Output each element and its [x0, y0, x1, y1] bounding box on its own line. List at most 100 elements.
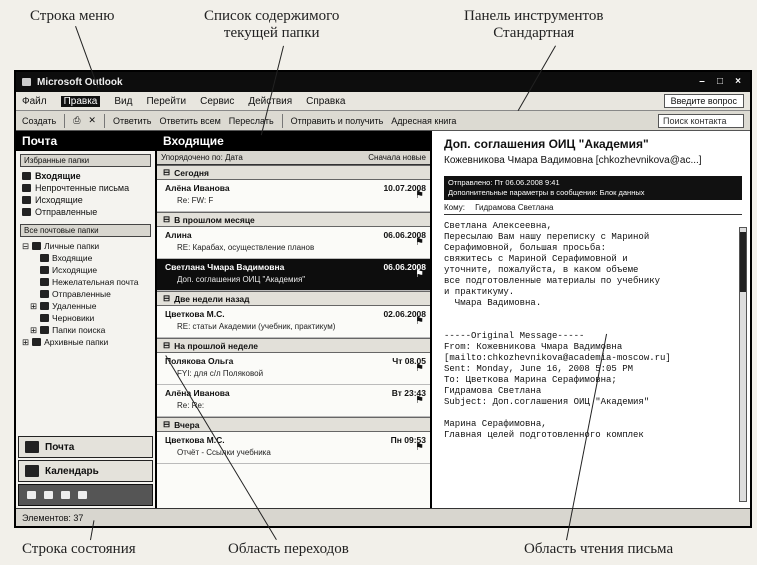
- new-button[interactable]: Создать: [22, 116, 56, 126]
- status-item-count: Элементов: 37: [22, 512, 84, 523]
- sent-icon: [22, 208, 31, 216]
- scrollbar-thumb[interactable]: [740, 232, 746, 292]
- collapse-icon[interactable]: ⊟: [163, 214, 170, 225]
- favorite-outbox[interactable]: Исходящие: [16, 194, 155, 206]
- nav-button-calendar[interactable]: Календарь: [18, 460, 153, 482]
- arrange-by[interactable]: Упорядочено по: Дата: [161, 153, 243, 162]
- message-subject-line: Доп. соглашения ОИЦ "Академия": [177, 275, 306, 284]
- message-from[interactable]: Кожевникова Чмара Вадимовна [chkozhevnik…: [444, 155, 742, 166]
- favorite-sent[interactable]: Отправленные: [16, 206, 155, 218]
- folder-icon: [32, 242, 42, 250]
- forward-button[interactable]: Переслать: [229, 116, 274, 126]
- favorite-unread[interactable]: Непрочтенные письма: [16, 182, 155, 194]
- flag-icon[interactable]: ⚑: [415, 190, 424, 201]
- collapse-icon[interactable]: ⊟: [163, 340, 170, 351]
- message-group-header[interactable]: ⊟ В прошлом месяце: [157, 212, 430, 227]
- sort-order[interactable]: Сначала новые: [368, 153, 426, 162]
- menu-go[interactable]: Перейти: [146, 96, 186, 107]
- outbox-icon: [22, 196, 31, 204]
- message-list: Входящие Упорядочено по: Дата Сначала но…: [157, 131, 432, 508]
- help-question-box[interactable]: Введите вопрос: [663, 94, 744, 108]
- collapse-icon[interactable]: ⊟: [163, 293, 170, 304]
- close-button[interactable]: ×: [732, 76, 744, 88]
- delete-icon[interactable]: ✕: [88, 115, 96, 126]
- message-group-header[interactable]: ⊟ Сегодня: [157, 165, 430, 180]
- menu-view[interactable]: Вид: [114, 96, 132, 107]
- tasks-icon[interactable]: [44, 491, 53, 499]
- favorite-label: Исходящие: [35, 195, 83, 205]
- tree-search-folders[interactable]: ⊞ Папки поиска: [16, 324, 155, 336]
- status-bar: Элементов: 37: [16, 508, 750, 526]
- info-bar[interactable]: Отправлено: Пт 06.06.2008 9:41 Дополните…: [444, 176, 742, 200]
- reading-scrollbar[interactable]: [739, 227, 747, 502]
- nav-button-label: Календарь: [45, 465, 99, 477]
- message-subject-line: Re: Re:: [177, 401, 205, 410]
- message-sender: Алёна Иванова: [165, 388, 230, 398]
- message-item[interactable]: Алёна Иванова Вт 23:43 Re: Re: ⚑: [157, 385, 430, 417]
- contacts-icon[interactable]: [27, 491, 36, 499]
- tree-junk[interactable]: Нежелательная почта: [16, 276, 155, 288]
- expand-icon[interactable]: ⊞: [22, 337, 29, 348]
- expand-icon[interactable]: ⊞: [30, 301, 37, 312]
- flag-icon[interactable]: ⚑: [415, 395, 424, 406]
- message-top: Светлана Чмара Вадимовна 06.06.2008: [165, 262, 426, 272]
- minimize-button[interactable]: –: [696, 76, 708, 88]
- message-sender: Светлана Чмара Вадимовна: [165, 262, 285, 272]
- collapse-icon[interactable]: ⊟: [163, 167, 170, 178]
- collapse-icon[interactable]: ⊟: [22, 241, 29, 252]
- message-group-header[interactable]: ⊟ Две недели назад: [157, 291, 430, 306]
- message-group-header[interactable]: ⊟ Вчера: [157, 417, 430, 432]
- reply-button[interactable]: Ответить: [113, 116, 151, 126]
- tree-outbox[interactable]: Исходящие: [16, 264, 155, 276]
- flag-icon[interactable]: ⚑: [415, 316, 424, 327]
- menu-help[interactable]: Справка: [306, 96, 345, 107]
- message-item[interactable]: Полякова Ольга Чт 08.05 FYI: для с/л Поляк…: [157, 353, 430, 385]
- arrange-bar[interactable]: Упорядочено по: Дата Сначала новые: [157, 151, 430, 165]
- favorite-inbox[interactable]: Входящие: [16, 170, 155, 182]
- folder-list-icon[interactable]: [78, 491, 87, 499]
- reply-all-button[interactable]: Ответить всем: [159, 116, 220, 126]
- message-item[interactable]: Светлана Чмара Вадимовна 06.06.2008 Доп. с…: [157, 259, 430, 291]
- address-book-button[interactable]: Адресная книга: [391, 116, 456, 126]
- window-title: Microsoft Outlook: [37, 76, 123, 88]
- group-label: Сегодня: [174, 167, 209, 178]
- print-icon[interactable]: ⎙: [73, 115, 80, 126]
- to-value[interactable]: Гидрамова Светлана: [475, 203, 553, 212]
- menu-tools[interactable]: Сервис: [200, 96, 234, 107]
- favorites-header[interactable]: Избранные папки: [20, 154, 151, 167]
- flag-icon[interactable]: ⚑: [415, 237, 424, 248]
- flag-icon[interactable]: ⚑: [415, 269, 424, 280]
- all-folders-header[interactable]: Все почтовые папки: [20, 224, 151, 237]
- message-item[interactable]: Цветкова М.С.Пн 09:53 Отчёт - Ссылки учеб…: [157, 432, 430, 464]
- message-group-header[interactable]: ⊟ На прошлой неделе: [157, 338, 430, 353]
- message-item[interactable]: Алёна Иванова 10.07.2008 Re: FW: F ⚑: [157, 180, 430, 212]
- send-receive-button[interactable]: Отправить и получить: [291, 116, 384, 126]
- menu-file[interactable]: Файл: [22, 96, 47, 107]
- message-item[interactable]: Цветкова М.С. 02.06.2008 RE: статьи Академ…: [157, 306, 430, 338]
- message-item[interactable]: Алина 06.06.2008 RE: Карабах, осуществлени…: [157, 227, 430, 259]
- message-top: Полякова Ольга Чт 08.05: [165, 356, 426, 366]
- notes-icon[interactable]: [61, 491, 70, 499]
- tree-inbox[interactable]: Входящие: [16, 252, 155, 264]
- tree-deleted[interactable]: ⊞ Удаленные: [16, 300, 155, 312]
- list-title: Входящие: [157, 131, 430, 151]
- window-controls: – □ ×: [696, 76, 744, 88]
- contact-search-input[interactable]: Поиск контакта: [658, 113, 744, 128]
- toolbar-callout: Панель инструментов Стандартная: [464, 8, 603, 42]
- flag-icon[interactable]: ⚑: [415, 442, 424, 453]
- maximize-button[interactable]: □: [714, 76, 726, 88]
- message-sender: Полякова Ольга: [165, 356, 234, 366]
- status-bar-callout: Строка состояния: [22, 541, 136, 557]
- tree-archive[interactable]: ⊞ Архивные папки: [16, 336, 155, 348]
- drafts-icon: [40, 314, 49, 322]
- menu-edit[interactable]: Правка: [60, 95, 101, 107]
- tree-sent[interactable]: Отправленные: [16, 288, 155, 300]
- collapse-icon[interactable]: ⊟: [163, 419, 170, 430]
- tree-personal-folders[interactable]: ⊟ Личные папки: [16, 240, 155, 252]
- flag-icon[interactable]: ⚑: [415, 363, 424, 374]
- toolbar-separator: [64, 113, 66, 128]
- nav-button-mail[interactable]: Почта: [18, 436, 153, 458]
- expand-icon[interactable]: ⊞: [30, 325, 37, 336]
- inbox-icon: [40, 254, 49, 262]
- tree-drafts[interactable]: Черновики: [16, 312, 155, 324]
